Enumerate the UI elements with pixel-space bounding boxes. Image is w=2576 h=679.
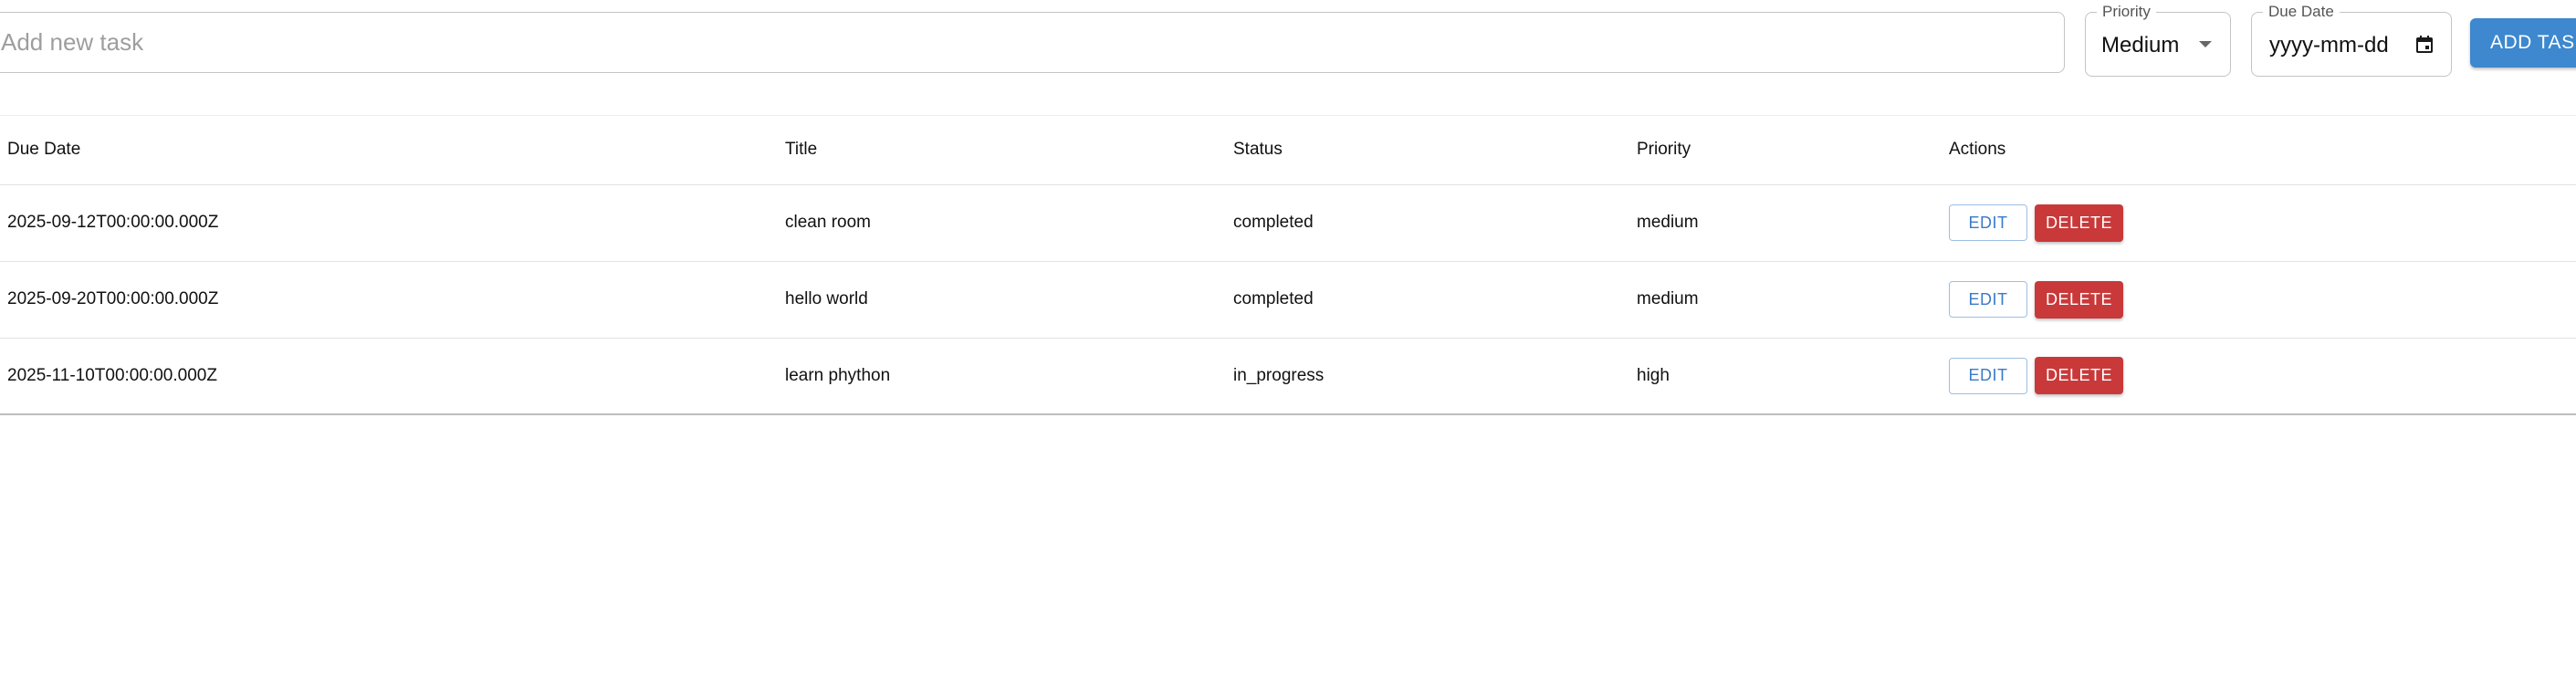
edit-button[interactable]: EDIT [1949, 204, 2027, 241]
table-header-row: Due Date Title Status Priority Actions [0, 116, 2576, 184]
cell-status: completed [1233, 213, 1314, 232]
cell-due-date: 2025-09-20T00:00:00.000Z [7, 289, 219, 308]
column-header-actions: Actions [1949, 140, 2006, 160]
table-row: 2025-11-10T00:00:00.000Z learn phython i… [0, 338, 2576, 414]
edit-button[interactable]: EDIT [1949, 281, 2027, 318]
delete-button[interactable]: DELETE [2035, 280, 2123, 319]
cell-status: completed [1233, 289, 1314, 308]
cell-priority: medium [1637, 213, 1699, 232]
task-table: Due Date Title Status Priority Actions 2… [0, 116, 2576, 415]
edit-button[interactable]: EDIT [1949, 357, 2027, 394]
table-row: 2025-09-12T00:00:00.000Z clean room comp… [0, 184, 2576, 261]
add-task-button[interactable]: ADD TASK [2470, 18, 2576, 68]
column-header-title: Title [785, 140, 818, 160]
column-header-status: Status [1233, 140, 1283, 160]
cell-actions: EDIT DELETE [1949, 261, 2576, 338]
cell-actions: EDIT DELETE [1949, 184, 2576, 261]
priority-select[interactable]: Priority Medium [2085, 3, 2231, 77]
cell-status: in_progress [1233, 365, 1325, 385]
cell-priority: high [1637, 365, 1670, 385]
delete-button[interactable]: DELETE [2035, 357, 2123, 395]
new-task-input[interactable] [1, 13, 2046, 72]
column-header-due-date: Due Date [7, 140, 81, 160]
due-date-placeholder: yyyy-mm-dd [2269, 33, 2389, 57]
table-header: Due Date Title Status Priority Actions [0, 116, 2576, 184]
delete-button[interactable]: DELETE [2035, 204, 2123, 242]
task-manager-page: Priority Medium Due Date yyyy-mm-dd ADD … [0, 0, 2576, 679]
cell-actions: EDIT DELETE [1949, 338, 2576, 414]
priority-selected-value: Medium [2101, 33, 2180, 57]
column-header-priority: Priority [1637, 140, 1691, 160]
cell-title: clean room [785, 213, 871, 232]
calendar-icon[interactable] [2414, 35, 2435, 55]
table-body: 2025-09-12T00:00:00.000Z clean room comp… [0, 184, 2576, 414]
cell-due-date: 2025-11-10T00:00:00.000Z [7, 365, 217, 385]
cell-title: learn phython [785, 365, 891, 385]
cell-priority: medium [1637, 289, 1699, 308]
table-row: 2025-09-20T00:00:00.000Z hello world com… [0, 261, 2576, 338]
cell-due-date: 2025-09-12T00:00:00.000Z [7, 213, 219, 232]
cell-title: hello world [785, 289, 868, 308]
due-date-field[interactable]: Due Date yyyy-mm-dd [2251, 3, 2452, 77]
caret-down-icon[interactable] [2199, 41, 2212, 47]
new-task-field[interactable] [0, 12, 2065, 73]
